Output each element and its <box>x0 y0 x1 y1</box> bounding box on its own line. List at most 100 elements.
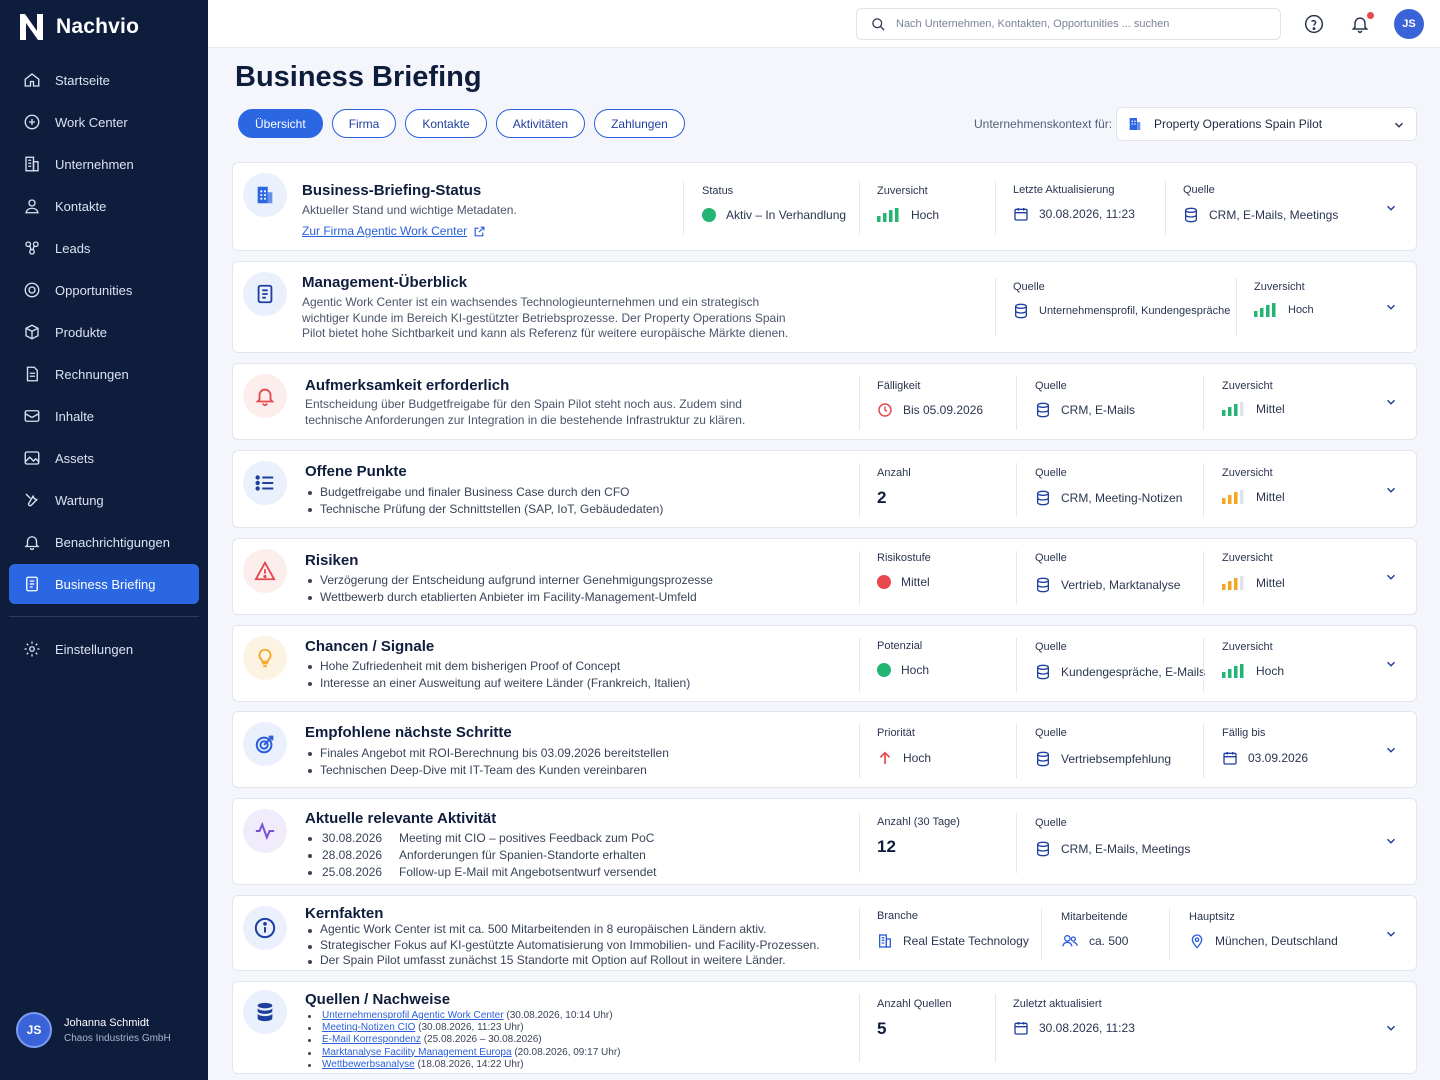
chevron-down-icon[interactable] <box>1384 300 1398 314</box>
chevron-down-icon[interactable] <box>1384 743 1398 757</box>
sidebar-item-produkte[interactable]: Produkte <box>9 312 199 352</box>
chevron-down-icon[interactable] <box>1384 570 1398 584</box>
sidebar-item-opportunities[interactable]: Opportunities <box>9 270 199 310</box>
due-until-value: 03.09.2026 <box>1222 750 1308 766</box>
card-text-line: technische Anforderungen zur Integration… <box>305 413 746 427</box>
sidebar-item-label: Opportunities <box>55 282 133 298</box>
sidebar-item-unternehmen[interactable]: Unternehmen <box>9 144 199 184</box>
context-label: Unternehmenskontext für: <box>974 117 1113 131</box>
sidebar-item-label: Einstellungen <box>55 641 134 657</box>
bell-icon <box>255 388 275 407</box>
card-title: Business-Briefing-Status <box>302 182 482 199</box>
avatar[interactable]: JS <box>1394 9 1424 39</box>
search-input[interactable]: Nach Unternehmen, Kontakten, Opportuniti… <box>856 8 1281 40</box>
source-label: Quelle <box>1035 727 1067 739</box>
divider <box>859 551 860 605</box>
chevron-down-icon[interactable] <box>1384 395 1398 409</box>
sidebar-item-work-center[interactable]: Work Center <box>9 102 199 142</box>
sidebar-item-wartung[interactable]: Wartung <box>9 480 199 520</box>
avatar: JS <box>16 1012 52 1048</box>
tab-aktivitaeten[interactable]: Aktivitäten <box>495 109 586 138</box>
confidence-text: Mittel <box>1256 402 1285 416</box>
card-text-line: Agentic Work Center ist ein wachsendes T… <box>302 295 760 309</box>
last-update-label: Letzte Aktualisierung <box>1013 184 1115 196</box>
divider <box>683 181 684 235</box>
list-item: Verzögerung der Entscheidung aufgrund in… <box>306 572 713 589</box>
signal-bars-icon <box>1222 664 1244 678</box>
sidebar-item-assets[interactable]: Assets <box>9 438 199 478</box>
facts-card-icon <box>243 906 287 950</box>
clock-icon <box>878 403 892 417</box>
activity-text: Follow-up E-Mail mit Angebotsentwurf ver… <box>399 865 657 879</box>
last-updated-value: 30.08.2026, 11:23 <box>1013 1020 1135 1036</box>
divider <box>1016 813 1017 873</box>
sidebar-item-rechnungen[interactable]: Rechnungen <box>9 354 199 394</box>
source-text: Vertriebsempfehlung <box>1061 752 1172 766</box>
source-link[interactable]: Unternehmensprofil Agentic Work Center <box>322 1010 504 1021</box>
divider <box>859 376 860 430</box>
status-card-icon <box>243 173 287 217</box>
list-item: Technische Prüfung der Schnittstellen (S… <box>306 501 663 518</box>
signal-bars-icon <box>1222 402 1244 416</box>
arrow-up-icon <box>879 751 891 764</box>
confidence-text: Mittel <box>1256 490 1285 504</box>
list-item: Budgetfreigabe und finaler Business Case… <box>306 484 663 501</box>
source-link[interactable]: Marktanalyse Facility Management Europa <box>322 1047 512 1058</box>
confidence-label: Zuversicht <box>1254 281 1305 293</box>
chevron-down-icon[interactable] <box>1384 927 1398 941</box>
building-icon <box>257 186 273 204</box>
source-value: CRM, E-Mails, Meetings <box>1035 841 1190 857</box>
sidebar-item-kontakte[interactable]: Kontakte <box>9 186 199 226</box>
source-link[interactable]: E-Mail Korrespondenz <box>322 1034 421 1045</box>
chevron-down-icon[interactable] <box>1384 1021 1398 1035</box>
sidebar-item-startseite[interactable]: Startseite <box>9 60 199 100</box>
tab-firma[interactable]: Firma <box>331 109 397 138</box>
card-subtitle: Aktueller Stand und wichtige Metadaten. <box>302 203 517 217</box>
sidebar-item-business-briefing[interactable]: Business Briefing <box>9 564 199 604</box>
card-next-steps: Empfohlene nächste Schritte Finales Ange… <box>232 711 1417 788</box>
divider <box>859 994 860 1062</box>
sidebar-item-inhalte[interactable]: Inhalte <box>9 396 199 436</box>
card-briefing-status: Business-Briefing-Status Aktueller Stand… <box>232 162 1417 251</box>
source-value: Vertrieb, Marktanalyse <box>1035 577 1180 593</box>
industry-text: Real Estate Technology <box>903 934 1029 948</box>
company-link[interactable]: Zur Firma Agentic Work Center <box>302 224 486 238</box>
help-icon[interactable] <box>1304 14 1324 34</box>
chevron-down-icon[interactable] <box>1384 483 1398 497</box>
app-logo[interactable]: Nachvio <box>18 12 139 42</box>
tab-kontakte[interactable]: Kontakte <box>405 109 487 138</box>
invoice-icon <box>26 366 38 382</box>
sidebar-nav: Startseite Work Center Unternehmen Konta… <box>9 60 199 671</box>
divider <box>1203 638 1204 692</box>
sidebar-item-leads[interactable]: Leads <box>9 228 199 268</box>
tab-uebersicht[interactable]: Übersicht <box>238 109 323 138</box>
card-title: Kernfakten <box>305 905 384 922</box>
chevron-down-icon[interactable] <box>1384 657 1398 671</box>
chevron-down-icon[interactable] <box>1384 834 1398 848</box>
list-item: Der Spain Pilot umfasst zunächst 15 Stan… <box>306 953 820 969</box>
confidence-value: Mittel <box>1222 490 1285 504</box>
card-title: Aktuelle relevante Aktivität <box>305 810 497 827</box>
source-link[interactable]: Wettbewerbsanalyse <box>322 1059 415 1070</box>
source-label: Quelle <box>1035 817 1067 829</box>
user-profile[interactable]: JS Johanna Schmidt Chaos Industries GmbH <box>16 1012 171 1048</box>
confidence-text: Hoch <box>1256 664 1285 678</box>
sidebar-item-label: Business Briefing <box>55 576 156 592</box>
sidebar-item-einstellungen[interactable]: Einstellungen <box>9 629 199 669</box>
database-icon <box>1037 664 1049 680</box>
source-label: Quelle <box>1183 184 1215 196</box>
divider <box>1016 376 1017 430</box>
source-meta: (18.08.2026, 14:22 Uhr) <box>417 1058 524 1070</box>
source-link[interactable]: Meeting-Notizen CIO <box>322 1022 415 1033</box>
source-text: CRM, Meeting-Notizen <box>1061 491 1183 505</box>
content-icon <box>24 410 40 422</box>
confidence-text: Hoch <box>1288 304 1314 316</box>
sidebar-item-benachrichtigungen[interactable]: Benachrichtigungen <box>9 522 199 562</box>
tab-zahlungen[interactable]: Zahlungen <box>594 109 685 138</box>
divider <box>1016 724 1017 778</box>
context-select[interactable]: Property Operations Spain Pilot <box>1116 107 1417 141</box>
list-item: Marktanalyse Facility Management Europa … <box>306 1047 621 1059</box>
source-label: Quelle <box>1035 380 1067 392</box>
chevron-down-icon[interactable] <box>1384 201 1398 215</box>
target-icon <box>255 735 274 754</box>
